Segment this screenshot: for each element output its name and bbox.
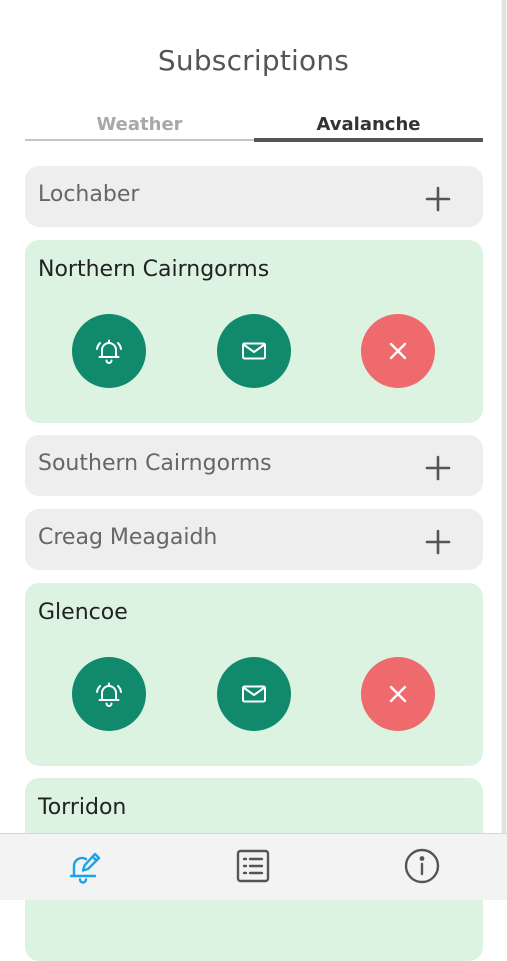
edit-subscription-icon xyxy=(69,852,101,884)
alert-toggle-button[interactable] xyxy=(72,314,146,388)
region-name: Torridon xyxy=(38,795,127,820)
list-icon xyxy=(236,849,270,883)
email-toggle-button[interactable] xyxy=(217,657,291,731)
tab-underline-active xyxy=(254,138,483,142)
plus-icon xyxy=(425,455,451,481)
bottom-nav-bar xyxy=(0,833,507,900)
plus-icon xyxy=(425,186,451,212)
alarm-bell-icon xyxy=(96,339,122,364)
remove-subscription-button[interactable] xyxy=(361,314,435,388)
region-row-lochaber[interactable]: Lochaber xyxy=(25,166,483,227)
add-subscription-button[interactable] xyxy=(425,529,451,555)
remove-subscription-button[interactable] xyxy=(361,657,435,731)
email-toggle-button[interactable] xyxy=(217,314,291,388)
envelope-icon xyxy=(242,685,266,703)
region-name: Glencoe xyxy=(38,600,128,625)
nav-info-button[interactable] xyxy=(402,846,442,886)
add-subscription-button[interactable] xyxy=(425,186,451,212)
tab-weather[interactable]: Weather xyxy=(25,112,254,138)
region-row-glencoe: Glencoe xyxy=(25,583,483,766)
tab-avalanche[interactable]: Avalanche xyxy=(254,112,483,138)
region-name: Lochaber xyxy=(38,182,140,207)
scrollbar-thumb[interactable] xyxy=(502,0,506,833)
region-name: Creag Meagaidh xyxy=(38,525,218,550)
tab-underline-inactive xyxy=(25,139,254,141)
nav-subscriptions-button[interactable] xyxy=(66,846,106,886)
alarm-bell-icon xyxy=(96,682,122,707)
region-row-creag-meagaidh[interactable]: Creag Meagaidh xyxy=(25,509,483,570)
alert-toggle-button[interactable] xyxy=(72,657,146,731)
page-title: Subscriptions xyxy=(157,44,350,77)
region-name: Southern Cairngorms xyxy=(38,451,272,476)
add-subscription-button[interactable] xyxy=(425,455,451,481)
tab-bar: Weather Avalanche xyxy=(25,112,483,144)
region-name: Northern Cairngorms xyxy=(38,257,270,282)
scrollbar-track[interactable] xyxy=(501,0,507,833)
region-row-southern-cairngorms[interactable]: Southern Cairngorms xyxy=(25,435,483,496)
close-icon xyxy=(389,685,407,703)
envelope-icon xyxy=(242,342,266,360)
close-icon xyxy=(389,342,407,360)
plus-icon xyxy=(425,529,451,555)
region-row-northern-cairngorms: Northern Cairngorms xyxy=(25,240,483,423)
nav-list-button[interactable] xyxy=(233,846,273,886)
info-icon xyxy=(404,848,440,884)
